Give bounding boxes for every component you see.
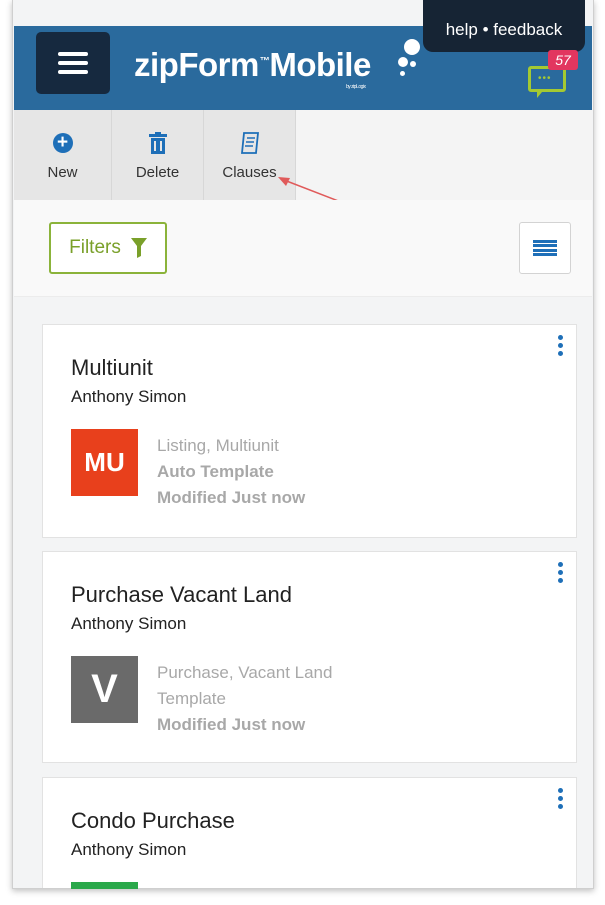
logo-text-zipform: zipForm — [134, 46, 259, 83]
new-button[interactable]: + New — [14, 110, 112, 200]
app-header: zipForm™Mobile by zipLogix help • feedba… — [14, 0, 592, 110]
template-card[interactable]: Multiunit Anthony Simon MU Listing, Mult… — [42, 324, 577, 538]
card-meta-modified: Modified Just now — [157, 488, 306, 507]
hamburger-icon — [58, 52, 88, 74]
help-feedback-tab[interactable]: help • feedback — [423, 0, 585, 52]
action-toolbar: + New Delete Clauses — [14, 110, 592, 200]
card-meta-category: Listing, Multiunit — [157, 436, 279, 455]
template-card[interactable]: Purchase Vacant Land Anthony Simon V Pur… — [42, 551, 577, 763]
delete-button[interactable]: Delete — [112, 110, 204, 200]
card-owner: Anthony Simon — [71, 614, 187, 633]
card-owner: Anthony Simon — [71, 387, 187, 406]
card-title: Condo Purchase — [71, 808, 235, 833]
card-title: Purchase Vacant Land — [71, 582, 292, 607]
filters-label: Filters — [69, 237, 121, 258]
card-thumbnail — [71, 882, 138, 889]
hamburger-menu-button[interactable] — [36, 32, 110, 94]
card-title: Multiunit — [71, 355, 153, 380]
clauses-document-icon — [240, 131, 259, 154]
clauses-label: Clauses — [222, 163, 277, 181]
trash-icon — [148, 131, 167, 154]
more-options-icon[interactable] — [558, 335, 564, 356]
chat-button[interactable]: ••• 57 — [528, 50, 578, 98]
chat-count-badge: 57 — [548, 50, 578, 70]
new-label: New — [47, 163, 78, 181]
logo-bubbles-icon — [396, 39, 426, 89]
list-view-icon — [533, 239, 557, 257]
more-options-icon[interactable] — [558, 562, 564, 583]
template-card[interactable]: Condo Purchase Anthony Simon — [42, 777, 577, 889]
app-logo: zipForm™Mobile by zipLogix — [134, 39, 420, 90]
card-owner: Anthony Simon — [71, 840, 187, 859]
list-view-button[interactable] — [519, 222, 571, 274]
delete-label: Delete — [135, 163, 180, 181]
card-meta: Purchase, Vacant Land Template Modified … — [157, 660, 332, 738]
plus-circle-icon: + — [52, 132, 73, 153]
more-options-icon[interactable] — [558, 788, 564, 809]
card-thumbnail: V — [71, 656, 138, 723]
filters-button[interactable]: Filters — [49, 222, 167, 274]
filter-bar: Filters — [14, 200, 592, 297]
card-meta-type: Auto Template — [157, 462, 274, 481]
filter-funnel-icon — [130, 238, 147, 258]
card-meta-modified: Modified Just now — [157, 715, 306, 734]
card-meta: Listing, Multiunit Auto Template Modifie… — [157, 433, 305, 511]
card-meta-type: Template — [157, 689, 226, 708]
clauses-button[interactable]: Clauses — [204, 110, 296, 200]
card-meta-category: Purchase, Vacant Land — [157, 663, 333, 682]
logo-subtext: by zipLogix — [346, 84, 366, 90]
card-thumbnail: MU — [71, 429, 138, 496]
logo-text-mobile: Mobile — [269, 46, 371, 83]
